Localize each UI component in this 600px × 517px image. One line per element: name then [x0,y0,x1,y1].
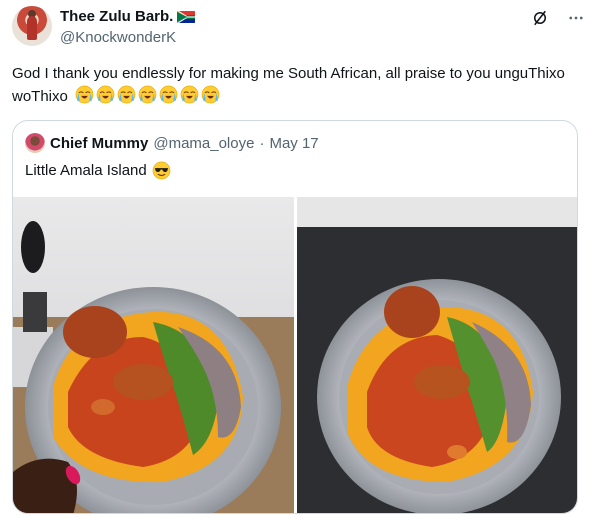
tweet-top-icons [530,8,586,28]
emoji-row [75,85,220,104]
more-icon[interactable] [566,8,586,28]
loudly-crying-face-icon [75,85,94,104]
quoted-date[interactable]: May 17 [269,135,318,152]
avatar[interactable] [12,6,52,46]
loudly-crying-face-icon [180,85,199,104]
loudly-crying-face-icon [138,85,157,104]
tweet-text: God I thank you endlessly for making me … [12,62,588,108]
grok-icon[interactable] [530,8,550,28]
separator-dot: · [259,134,265,152]
loudly-crying-face-icon [96,85,115,104]
author-handle[interactable]: @KnockwonderK [60,29,176,46]
quoted-display-name[interactable]: Chief Mummy [50,135,148,152]
quoted-text: Little Amala Island [25,161,171,180]
author-name-row: Thee Zulu Barb. [60,8,196,25]
tweet[interactable]: Thee Zulu Barb. @KnockwonderK God I than… [0,0,600,517]
quoted-text-body: Little Amala Island [25,162,147,179]
loudly-crying-face-icon [201,85,220,104]
quoted-tweet-header: Chief Mummy @mama_oloye · May 17 [25,133,319,153]
display-name[interactable]: Thee Zulu Barb. [60,8,173,25]
quoted-handle[interactable]: @mama_oloye [153,135,254,152]
south-africa-flag-icon [177,10,196,23]
quoted-avatar[interactable] [25,133,45,153]
amala-plate-photo-2[interactable] [297,197,577,513]
quoted-tweet[interactable]: Chief Mummy @mama_oloye · May 17 Little … [12,120,578,514]
sunglasses-face-icon [152,161,171,180]
amala-plate-photo-1[interactable] [13,197,294,513]
loudly-crying-face-icon [159,85,178,104]
loudly-crying-face-icon [117,85,136,104]
